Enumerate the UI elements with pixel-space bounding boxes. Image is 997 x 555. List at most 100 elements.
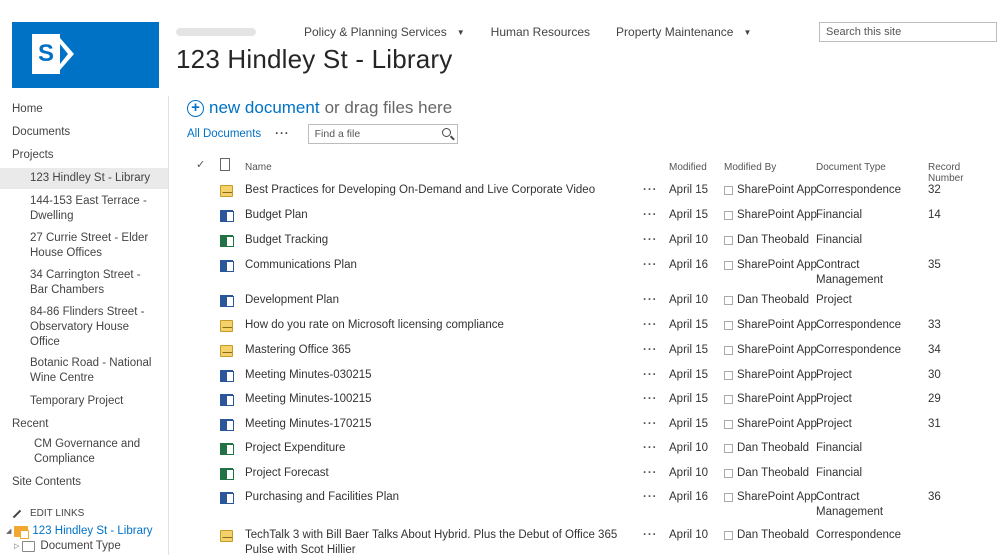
blurred-site-name[interactable] [176,28,256,36]
row-menu-icon[interactable]: ··· [643,233,658,248]
new-document-link[interactable]: new document [209,98,320,118]
modified-by-name[interactable]: Dan Theobald [737,528,809,543]
nav-item-home[interactable]: Home [0,102,168,117]
modified-by-name[interactable]: Dan Theobald [737,441,809,456]
nav-item-project-botanic[interactable]: Botanic Road - National Wine Centre [0,356,168,386]
nav-item-site-contents[interactable]: Site Contents [0,475,168,490]
document-name-link[interactable]: Purchasing and Facilities Plan [245,490,635,505]
nav-item-project-temporary[interactable]: Temporary Project [0,394,168,409]
row-menu-icon[interactable]: ··· [643,343,658,358]
document-name-link[interactable]: Budget Plan [245,208,635,223]
col-header-modified-by[interactable]: Modified By [724,162,776,173]
modified-by[interactable]: SharePoint App [724,417,817,432]
modified-by[interactable]: SharePoint App [724,258,817,273]
modified-by-name[interactable]: SharePoint App [737,183,817,198]
site-search-input[interactable]: Search this site [819,22,997,42]
view-all-documents[interactable]: All Documents [187,128,261,140]
topnav-item-policy[interactable]: Policy & Planning Services ▼ [304,25,465,39]
modified-by-name[interactable]: SharePoint App [737,417,817,432]
tree-item-doctype[interactable]: ▷ Document Type [0,540,168,552]
nav-item-project-flinders[interactable]: 84-86 Flinders Street -Observatory House… [0,305,168,350]
topnav-item-hr[interactable]: Human Resources [491,25,590,39]
nav-item-project-carrington[interactable]: 34 Carrington Street - Bar Chambers [0,268,168,298]
row-menu-icon[interactable]: ··· [643,417,658,432]
modified-by[interactable]: SharePoint App [724,318,817,333]
modified-by-name[interactable]: SharePoint App [737,392,817,407]
col-header-document-type[interactable]: Document Type [816,162,886,173]
select-all-checkmark-icon[interactable]: ✓ [196,158,205,171]
modified-by-name[interactable]: Dan Theobald [737,233,809,248]
row-menu-icon[interactable]: ··· [643,293,658,308]
row-menu-icon[interactable]: ··· [643,490,658,505]
modified-by[interactable]: SharePoint App [724,392,817,407]
edit-links-button[interactable]: EDIT LINKS [0,508,168,519]
nav-item-project-hindley[interactable]: 123 Hindley St - Library [0,168,168,189]
col-header-name[interactable]: Name [245,162,272,173]
modified-by-name[interactable]: SharePoint App [737,490,817,505]
more-views-icon[interactable]: ··· [275,128,290,140]
modified-by[interactable]: SharePoint App [724,183,817,198]
modified-by[interactable]: Dan Theobald [724,293,809,308]
expand-triangle-icon[interactable]: ◢ [6,527,11,535]
row-menu-icon[interactable]: ··· [643,368,658,383]
document-name-link[interactable]: Project Forecast [245,466,635,481]
document-name-link[interactable]: Budget Tracking [245,233,635,248]
modified-by[interactable]: SharePoint App [724,368,817,383]
nav-item-documents[interactable]: Documents [0,125,168,140]
modified-by-name[interactable]: Dan Theobald [737,293,809,308]
document-type-value: Project [816,418,852,430]
nav-item-project-currie[interactable]: 27 Currie Street - Elder House Offices [0,231,168,261]
modified-by[interactable]: SharePoint App [724,490,817,505]
nav-item-recent[interactable]: Recent [0,417,168,432]
row-menu-icon[interactable]: ··· [643,258,658,273]
row-menu-icon[interactable]: ··· [643,441,658,456]
document-name-link[interactable]: Meeting Minutes-170215 [245,417,635,432]
plus-circle-icon[interactable]: + [187,99,204,117]
modified-by[interactable]: Dan Theobald [724,466,809,481]
page-title: 123 Hindley St - Library [176,44,453,74]
row-menu-icon[interactable]: ··· [643,528,658,543]
modified-by-name[interactable]: SharePoint App [737,368,817,383]
row-menu-icon[interactable]: ··· [643,183,658,198]
modified-by-name[interactable]: SharePoint App [737,258,817,273]
row-menu-icon[interactable]: ··· [643,208,658,223]
file-type-header-icon[interactable] [220,158,230,171]
search-icon[interactable] [441,128,451,137]
collapsed-triangle-icon[interactable]: ▷ [14,542,19,550]
document-name-link[interactable]: Meeting Minutes-100215 [245,392,635,407]
modified-by[interactable]: Dan Theobald [724,233,809,248]
col-header-modified[interactable]: Modified [669,162,707,173]
nav-item-projects[interactable]: Projects [0,148,168,163]
modified-by[interactable]: Dan Theobald [724,528,809,543]
document-name-link[interactable]: Meeting Minutes-030215 [245,368,635,383]
find-file-input[interactable]: Find a file [307,124,458,144]
modified-by-name[interactable]: SharePoint App [737,318,817,333]
modified-by-name[interactable]: SharePoint App [737,208,817,223]
document-name-link[interactable]: Best Practices for Developing On-Demand … [245,183,635,198]
word-file-icon [220,210,234,222]
document-name-link[interactable]: Mastering Office 365 [245,343,635,358]
modified-by[interactable]: SharePoint App [724,343,817,358]
col-header-record-number[interactable]: Record Number [928,162,997,184]
modified-by-name[interactable]: SharePoint App [737,343,817,358]
topnav-item-property[interactable]: Property Maintenance ▼ [616,25,751,39]
document-name-link[interactable]: Development Plan [245,293,635,308]
row-menu-icon[interactable]: ··· [643,466,658,481]
sharepoint-logo[interactable]: S [12,22,159,88]
modified-by[interactable]: SharePoint App [724,208,817,223]
document-name-link[interactable]: TechTalk 3 with Bill Baer Talks About Hy… [245,528,635,555]
chevron-down-icon[interactable]: ▼ [457,28,465,37]
document-name-link[interactable]: How do you rate on Microsoft licensing c… [245,318,635,333]
document-name-link[interactable]: Project Expenditure [245,441,635,456]
file-icon-cell [220,260,234,277]
row-menu-icon[interactable]: ··· [643,318,658,333]
nav-item-recent-cm[interactable]: CM Governance and Compliance [0,437,168,467]
row-menu-icon[interactable]: ··· [643,392,658,407]
chevron-down-icon[interactable]: ▼ [743,28,751,37]
document-name-link[interactable]: Communications Plan [245,258,635,273]
modified-date: April 15 [669,319,708,331]
modified-by-name[interactable]: Dan Theobald [737,466,809,481]
tree-item-library[interactable]: ◢ 123 Hindley St - Library [0,525,168,539]
nav-item-project-east-terrace[interactable]: 144-153 East Terrace - Dwelling [0,194,168,224]
modified-by[interactable]: Dan Theobald [724,441,809,456]
